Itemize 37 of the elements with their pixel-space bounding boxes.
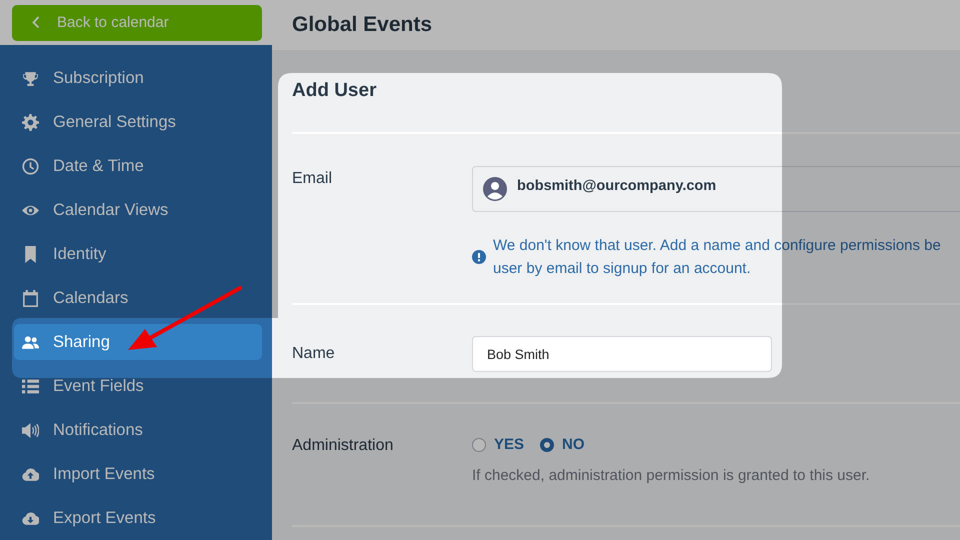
radio-label[interactable]: NO xyxy=(562,436,585,453)
sidebar-item[interactable]: Import Events xyxy=(14,456,262,492)
cloud-upload-icon xyxy=(22,466,39,482)
sidebar-item[interactable]: Notifications xyxy=(14,412,262,448)
sidebar-item[interactable]: Date & Time xyxy=(14,148,262,184)
hint-text: If checked, administration permission is granted to this user. xyxy=(472,467,871,484)
name-field[interactable]: Bob Smith xyxy=(472,336,772,372)
sidebar-item[interactable]: Calendar Views xyxy=(14,192,262,228)
form-title: Add User xyxy=(292,79,378,103)
radio-button[interactable] xyxy=(540,438,554,452)
trophy-icon xyxy=(22,70,39,86)
bookmark-icon xyxy=(22,246,39,262)
people-icon xyxy=(22,334,39,350)
sidebar-item[interactable]: Sharing xyxy=(14,324,262,360)
cloud-download-icon xyxy=(22,510,39,526)
sidebar-item[interactable]: Subscription xyxy=(14,60,262,96)
field-label: Administration xyxy=(292,437,394,456)
list-icon xyxy=(22,378,39,394)
info-message: We don't know that user. Add a name and configure permissions be user by email to signup for an account. xyxy=(493,236,941,279)
sidebar-item[interactable]: Calendars xyxy=(14,280,262,316)
calendar-icon xyxy=(22,290,39,306)
field-label: Name xyxy=(292,344,336,363)
sidebar-item[interactable]: Event Fields xyxy=(14,368,262,404)
radio-button[interactable] xyxy=(472,438,486,452)
gear-icon xyxy=(22,114,39,130)
sidebar-item[interactable]: Export Events xyxy=(14,500,262,536)
user-avatar-icon xyxy=(483,177,507,201)
field-label: Email xyxy=(292,169,334,189)
email-field[interactable]: bobsmith@ourcompany.com xyxy=(472,166,960,212)
radio-label[interactable]: YES xyxy=(494,436,524,453)
speaker-icon xyxy=(22,422,39,438)
chevron-left-icon xyxy=(32,16,40,29)
sidebar-item[interactable]: General Settings xyxy=(14,104,262,140)
clock-icon xyxy=(22,158,39,174)
page-title: Global Events xyxy=(292,13,432,37)
info-icon xyxy=(472,250,486,264)
sidebar-item[interactable]: Identity xyxy=(14,236,262,272)
